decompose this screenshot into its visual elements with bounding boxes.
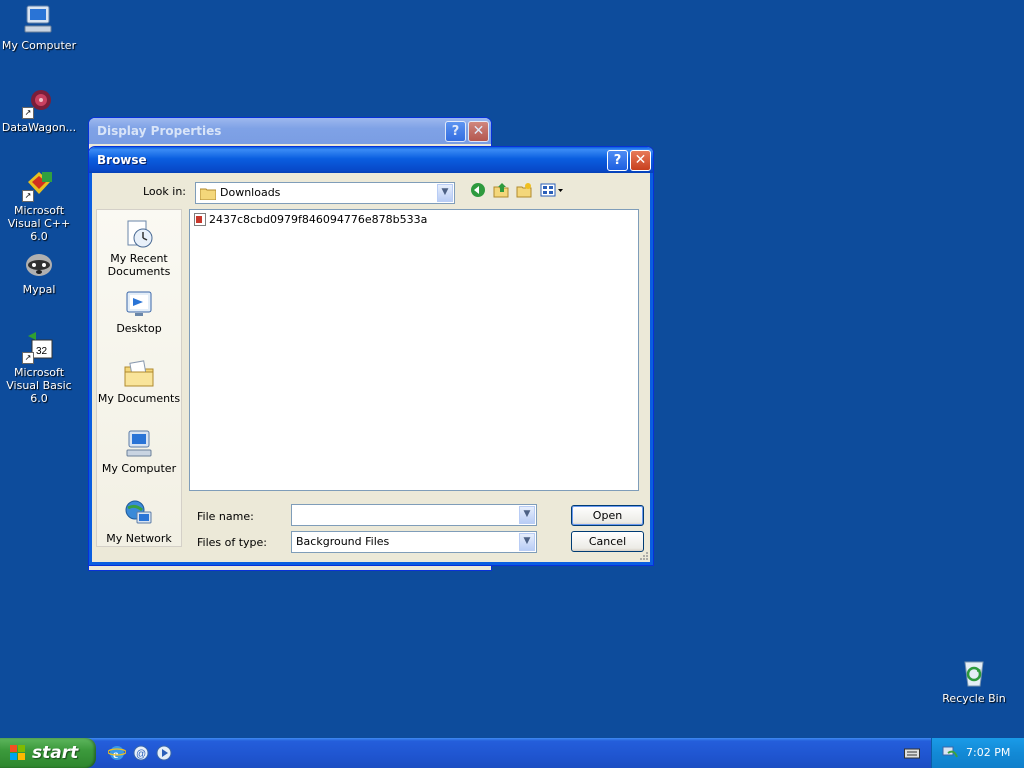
- desktop-icon-mypal[interactable]: Mypal: [0, 247, 79, 296]
- taskbar: start e @ 7:02 PM: [0, 738, 1024, 768]
- files-of-type-select[interactable]: Background Files ▼: [291, 531, 537, 553]
- visual-cpp-icon: ↗: [22, 168, 56, 202]
- desktop-icon-label: DataWagon...: [1, 121, 77, 134]
- desktop-icon-my-computer[interactable]: My Computer: [0, 3, 79, 52]
- close-icon: ✕: [472, 123, 485, 139]
- up-folder-icon[interactable]: [492, 182, 510, 200]
- place-label: My Recent Documents: [107, 252, 171, 278]
- system-tray: 7:02 PM: [931, 738, 1024, 768]
- visual-basic-icon: 32 ↗: [22, 330, 56, 364]
- place-my-computer[interactable]: My Computer: [97, 428, 181, 475]
- desktop-icon-label: Microsoft Visual Basic 6.0: [6, 366, 72, 405]
- place-my-documents[interactable]: My Documents: [97, 358, 181, 405]
- shortcut-arrow-icon: ↗: [22, 190, 34, 202]
- help-icon: ?: [613, 153, 622, 168]
- help-button[interactable]: ?: [607, 150, 628, 171]
- place-label: My Documents: [97, 392, 181, 405]
- clock[interactable]: 7:02 PM: [966, 746, 1010, 759]
- new-folder-icon[interactable]: [515, 182, 533, 200]
- internet-explorer-icon[interactable]: e: [107, 744, 127, 762]
- folder-icon: [199, 187, 217, 203]
- file-name-field[interactable]: ▼: [291, 504, 537, 526]
- place-label: Desktop: [116, 322, 162, 335]
- close-button[interactable]: ✕: [468, 121, 489, 142]
- look-in-label: Look in:: [143, 185, 186, 198]
- places-bar: My Recent Documents Desktop My Documents…: [96, 209, 182, 547]
- network-status-icon[interactable]: [942, 745, 958, 761]
- files-of-type-value: Background Files: [296, 535, 390, 548]
- desktop-icon-label: My Computer: [1, 39, 77, 52]
- media-player-icon[interactable]: [155, 744, 173, 762]
- open-button[interactable]: Open: [571, 505, 644, 526]
- help-button[interactable]: ?: [445, 121, 466, 142]
- cancel-button[interactable]: Cancel: [571, 531, 644, 552]
- chevron-down-icon[interactable]: ▼: [437, 184, 453, 202]
- image-file-icon: [194, 213, 206, 226]
- desktop-icon-label: Microsoft Visual C++ 6.0: [7, 204, 71, 243]
- look-in-combo[interactable]: Downloads ▼: [195, 182, 455, 204]
- place-label: My Network: [106, 532, 172, 545]
- my-computer-icon: [123, 428, 155, 460]
- files-of-type-label: Files of type:: [197, 536, 268, 549]
- my-documents-icon: [123, 358, 155, 390]
- browse-dialog[interactable]: Browse ? ✕ Look in: Downloads ▼ My Recen: [88, 146, 654, 566]
- shortcut-arrow-icon: ↗: [22, 107, 34, 119]
- svg-text:@: @: [136, 749, 146, 760]
- look-in-value: Downloads: [220, 186, 281, 199]
- my-network-icon: [123, 498, 155, 530]
- chevron-down-icon[interactable]: ▼: [519, 533, 535, 551]
- window-title: Browse: [97, 153, 147, 167]
- display-properties-titlebar[interactable]: Display Properties ? ✕: [89, 118, 491, 144]
- recent-documents-icon: [123, 218, 155, 250]
- mypal-icon: [22, 247, 56, 281]
- start-button[interactable]: start: [0, 738, 96, 768]
- desktop-icon-visual-basic[interactable]: 32 ↗ Microsoft Visual Basic 6.0: [0, 330, 79, 405]
- help-icon: ?: [451, 124, 460, 139]
- chevron-down-icon[interactable]: ▼: [519, 506, 535, 524]
- desktop-icon: [123, 288, 155, 320]
- place-my-network[interactable]: My Network: [97, 498, 181, 545]
- list-item[interactable]: 2437c8cbd0979f846094776e878b533a: [194, 213, 427, 226]
- place-my-recent-documents[interactable]: My Recent Documents: [97, 218, 181, 278]
- start-label: start: [32, 743, 79, 763]
- back-icon[interactable]: [469, 182, 487, 200]
- file-list[interactable]: 2437c8cbd0979f846094776e878b533a: [189, 209, 639, 491]
- window-title: Display Properties: [97, 124, 222, 138]
- svg-text:32: 32: [36, 346, 48, 357]
- resize-grip-icon[interactable]: [639, 551, 649, 561]
- file-name-label: File name:: [197, 510, 254, 523]
- windows-logo-icon: [10, 745, 26, 761]
- recycle-bin-icon: [957, 656, 991, 690]
- file-name: 2437c8cbd0979f846094776e878b533a: [209, 213, 428, 226]
- place-desktop[interactable]: Desktop: [97, 288, 181, 335]
- desktop-icon-recycle-bin[interactable]: Recycle Bin: [934, 656, 1014, 705]
- outlook-express-icon[interactable]: @: [132, 744, 150, 762]
- desktop-icon-label: Recycle Bin: [942, 692, 1006, 705]
- close-button[interactable]: ✕: [630, 150, 651, 171]
- desktop-icon-visual-cpp[interactable]: ↗ Microsoft Visual C++ 6.0: [0, 168, 79, 243]
- view-menu-icon[interactable]: [539, 182, 565, 200]
- close-icon: ✕: [634, 152, 647, 168]
- keyboard-icon[interactable]: [904, 747, 920, 759]
- datawagon-icon: ↗: [22, 85, 56, 119]
- browse-titlebar[interactable]: Browse ? ✕: [89, 147, 653, 173]
- place-label: My Computer: [101, 462, 177, 475]
- my-computer-icon: [22, 3, 56, 37]
- desktop-icon-datawagon[interactable]: ↗ DataWagon...: [0, 85, 79, 134]
- desktop-icon-label: Mypal: [22, 283, 56, 296]
- shortcut-arrow-icon: ↗: [22, 352, 34, 364]
